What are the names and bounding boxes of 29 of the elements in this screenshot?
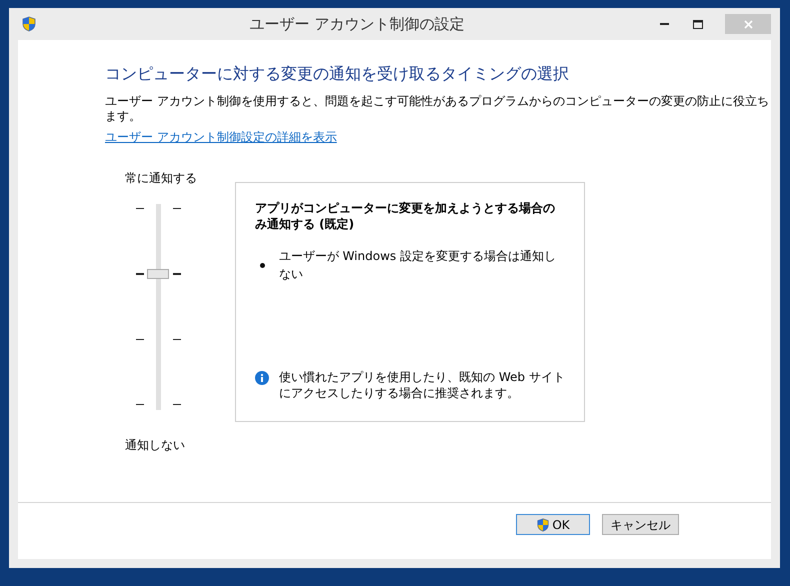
tick-mark xyxy=(136,404,144,406)
tick-mark xyxy=(173,404,181,406)
bullet-text: ユーザーが Windows 設定を変更する場合は通知しない xyxy=(278,248,557,283)
description-text: ユーザー アカウント制御を使用すると、問題を起こす可能性があるプログラムからのコンピューターの変更の防止に役立ちます。 xyxy=(105,94,770,124)
tick-mark xyxy=(173,338,181,341)
slider-thumb[interactable] xyxy=(147,269,169,280)
tick-mark xyxy=(136,208,144,210)
panel-title: アプリがコンピューターに変更を加えようとする場合のみ通知する (既定) xyxy=(255,200,556,232)
tick-mark xyxy=(173,273,181,276)
bullet-icon xyxy=(260,262,265,268)
slider-bottom-label: 通知しない xyxy=(124,437,186,454)
shield-icon xyxy=(536,518,550,532)
dialog-heading: コンピューターに対する変更の通知を受け取るタイミングの選択 xyxy=(105,64,570,84)
minimize-icon xyxy=(660,23,668,25)
cancel-button[interactable]: キャンセル xyxy=(602,514,679,535)
tick-mark xyxy=(173,208,181,210)
slider-top-label: 常に通知する xyxy=(124,170,198,187)
close-button[interactable] xyxy=(725,14,771,34)
close-icon xyxy=(744,20,752,28)
info-icon xyxy=(255,371,269,385)
shield-icon xyxy=(21,16,37,32)
maximize-icon xyxy=(693,20,703,28)
recommendation-note: 使い慣れたアプリを使用したり、既知の Web サイトにアクセスしたりする場合に推奨されます。 xyxy=(279,369,565,401)
window-title: ユーザー アカウント制御の設定 xyxy=(248,14,464,35)
details-link[interactable]: ユーザー アカウント制御設定の詳細を表示 xyxy=(105,130,337,144)
slider-track-area[interactable] xyxy=(136,204,181,410)
tick-mark xyxy=(136,338,144,341)
ok-button[interactable]: OK xyxy=(516,514,590,535)
tick-mark xyxy=(136,273,144,276)
